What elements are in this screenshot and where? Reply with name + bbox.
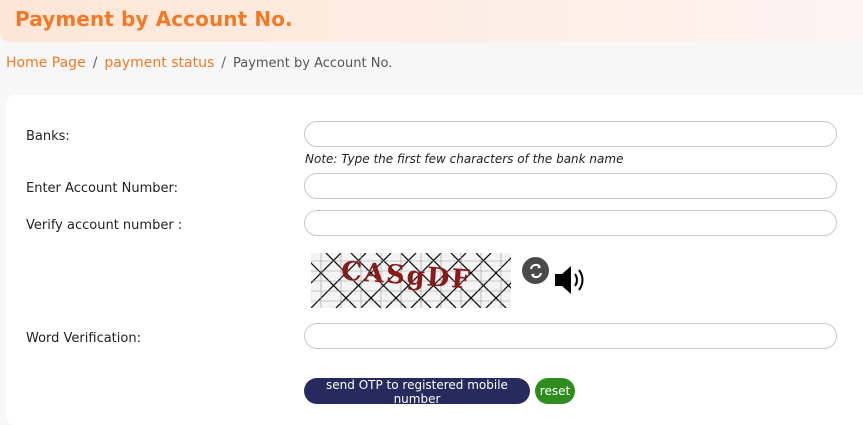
verify-account-label: Verify account number :	[26, 218, 183, 233]
banks-note: Note: Type the first few characters of t…	[305, 152, 624, 166]
breadcrumb-status-link[interactable]: payment status	[104, 55, 214, 71]
word-verification-label: Word Verification:	[26, 331, 141, 346]
banks-label: Banks:	[26, 129, 70, 144]
word-verification-input[interactable]	[304, 323, 837, 349]
account-number-label: Enter Account Number:	[26, 181, 179, 196]
banks-input[interactable]	[304, 121, 837, 147]
breadcrumb-separator: /	[92, 55, 98, 71]
breadcrumb: Home Page / payment status / Payment by Acco…	[6, 55, 392, 71]
breadcrumb-separator: /	[221, 55, 226, 71]
refresh-icon[interactable]	[522, 257, 549, 284]
breadcrumb-current: Payment by Account No.	[232, 56, 393, 71]
account-number-input[interactable]	[304, 173, 837, 199]
breadcrumb-home-link[interactable]: Home Page	[6, 55, 86, 71]
speaker-icon[interactable]	[553, 263, 589, 297]
send-otp-button[interactable]: send OTP to registered mobile number	[304, 378, 530, 406]
page-header: Payment by Account No.	[0, 0, 863, 42]
reset-button[interactable]: reset	[535, 378, 575, 404]
verify-account-input[interactable]	[304, 210, 837, 236]
page-title: Payment by Account No.	[15, 7, 293, 31]
captcha-image: CASgDF	[311, 253, 511, 308]
